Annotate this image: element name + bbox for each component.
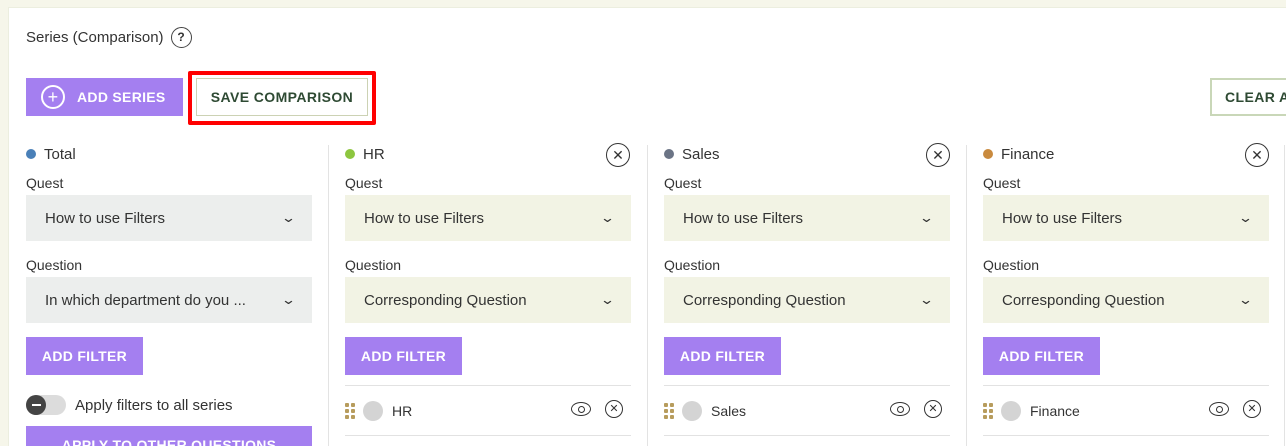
question-label: Question xyxy=(26,257,83,273)
series-header: HR ✕ xyxy=(345,140,631,168)
series-header: Total xyxy=(26,140,312,168)
chevron-down-icon: ⌄ xyxy=(280,292,297,307)
question-value: Corresponding Question xyxy=(1002,291,1165,309)
quest-label: Quest xyxy=(664,175,702,191)
series-name: Finance xyxy=(1001,145,1055,163)
quest-select[interactable]: How to use Filters ⌄ xyxy=(345,195,631,241)
drag-handle-icon[interactable] xyxy=(345,402,355,419)
apply-other-questions-button[interactable]: APPLY TO OTHER QUESTIONS xyxy=(26,426,312,446)
apply-all-label: Apply filters to all series xyxy=(75,396,233,414)
remove-filter-icon[interactable]: ✕ xyxy=(1243,400,1261,418)
filter-color-circle[interactable] xyxy=(1001,400,1021,421)
column-divider xyxy=(647,145,648,446)
series-header: Finance ✕ xyxy=(983,140,1269,168)
close-circle-icon[interactable]: ✕ xyxy=(926,143,950,167)
chevron-down-icon: ⌄ xyxy=(918,210,935,225)
series-column-sales: Sales ✕ Quest How to use Filters ⌄ Quest… xyxy=(664,140,950,446)
question-label: Question xyxy=(345,257,402,273)
filter-color-circle[interactable] xyxy=(682,400,702,421)
quest-value: How to use Filters xyxy=(45,209,166,227)
help-icon[interactable]: ? xyxy=(170,26,192,48)
add-filter-button[interactable]: ADD FILTER xyxy=(983,337,1100,375)
highlight-box xyxy=(188,71,376,125)
series-color-dot xyxy=(345,149,355,159)
question-label: Question xyxy=(664,257,721,273)
quest-value: How to use Filters xyxy=(1002,209,1123,227)
quest-select[interactable]: How to use Filters ⌄ xyxy=(664,195,950,241)
chevron-down-icon: ⌄ xyxy=(918,292,935,307)
chevron-down-icon: ⌄ xyxy=(1237,210,1254,225)
quest-select[interactable]: How to use Filters ⌄ xyxy=(26,195,312,241)
filter-color-circle[interactable] xyxy=(363,400,383,421)
drag-handle-icon[interactable] xyxy=(664,402,674,419)
close-circle-icon[interactable]: ✕ xyxy=(606,143,630,167)
question-label: Question xyxy=(983,257,1040,273)
chevron-down-icon: ⌄ xyxy=(1237,292,1254,307)
eye-icon[interactable] xyxy=(890,402,910,416)
filter-name: HR xyxy=(392,402,413,419)
close-circle-icon[interactable]: ✕ xyxy=(1245,143,1269,167)
drag-handle-icon[interactable] xyxy=(983,402,993,419)
clear-all-button[interactable]: CLEAR ALL xyxy=(1210,78,1286,116)
eye-icon[interactable] xyxy=(1209,402,1229,416)
chevron-down-icon: ⌄ xyxy=(280,210,297,225)
filter-row: Finance ✕ xyxy=(983,385,1269,436)
series-header: Sales ✕ xyxy=(664,140,950,168)
series-color-dot xyxy=(983,149,993,159)
series-color-dot xyxy=(664,149,674,159)
add-series-label: ADD SERIES xyxy=(77,89,166,105)
series-name: Sales xyxy=(682,145,720,163)
series-column-total: Total Quest How to use Filters ⌄ Questio… xyxy=(26,140,312,446)
remove-filter-icon[interactable]: ✕ xyxy=(605,400,623,418)
plus-circle-icon: + xyxy=(41,85,65,109)
filter-row: Sales ✕ xyxy=(664,385,950,436)
apply-all-toggle[interactable] xyxy=(26,395,66,415)
question-value: In which department do you ... xyxy=(45,291,246,309)
question-select[interactable]: Corresponding Question ⌄ xyxy=(345,277,631,323)
question-select[interactable]: Corresponding Question ⌄ xyxy=(983,277,1269,323)
quest-value: How to use Filters xyxy=(683,209,804,227)
series-name: HR xyxy=(363,145,385,163)
filter-row: HR ✕ xyxy=(345,385,631,436)
series-color-dot xyxy=(26,149,36,159)
column-divider xyxy=(1284,145,1285,446)
column-divider xyxy=(966,145,967,446)
series-name: Total xyxy=(44,145,76,163)
chevron-down-icon: ⌄ xyxy=(599,292,616,307)
quest-label: Quest xyxy=(26,175,64,191)
question-select[interactable]: In which department do you ... ⌄ xyxy=(26,277,312,323)
add-filter-button[interactable]: ADD FILTER xyxy=(345,337,462,375)
series-column-finance: Finance ✕ Quest How to use Filters ⌄ Que… xyxy=(983,140,1269,446)
quest-select[interactable]: How to use Filters ⌄ xyxy=(983,195,1269,241)
quest-label: Quest xyxy=(983,175,1021,191)
toggle-knob xyxy=(26,395,46,415)
series-column-hr: HR ✕ Quest How to use Filters ⌄ Question… xyxy=(345,140,631,446)
filter-name: Sales xyxy=(711,402,747,419)
add-filter-button[interactable]: ADD FILTER xyxy=(664,337,781,375)
apply-all-toggle-row: Apply filters to all series xyxy=(26,395,312,415)
section-header: Series (Comparison) ? xyxy=(26,26,192,48)
add-filter-button[interactable]: ADD FILTER xyxy=(26,337,143,375)
question-value: Corresponding Question xyxy=(364,291,527,309)
remove-filter-icon[interactable]: ✕ xyxy=(924,400,942,418)
eye-icon[interactable] xyxy=(571,402,591,416)
quest-label: Quest xyxy=(345,175,383,191)
chevron-down-icon: ⌄ xyxy=(599,210,616,225)
section-title: Series (Comparison) xyxy=(26,28,164,46)
question-value: Corresponding Question xyxy=(683,291,846,309)
quest-value: How to use Filters xyxy=(364,209,485,227)
column-divider xyxy=(328,145,329,446)
add-series-button[interactable]: + ADD SERIES xyxy=(26,78,183,116)
filter-name: Finance xyxy=(1030,402,1080,419)
question-select[interactable]: Corresponding Question ⌄ xyxy=(664,277,950,323)
